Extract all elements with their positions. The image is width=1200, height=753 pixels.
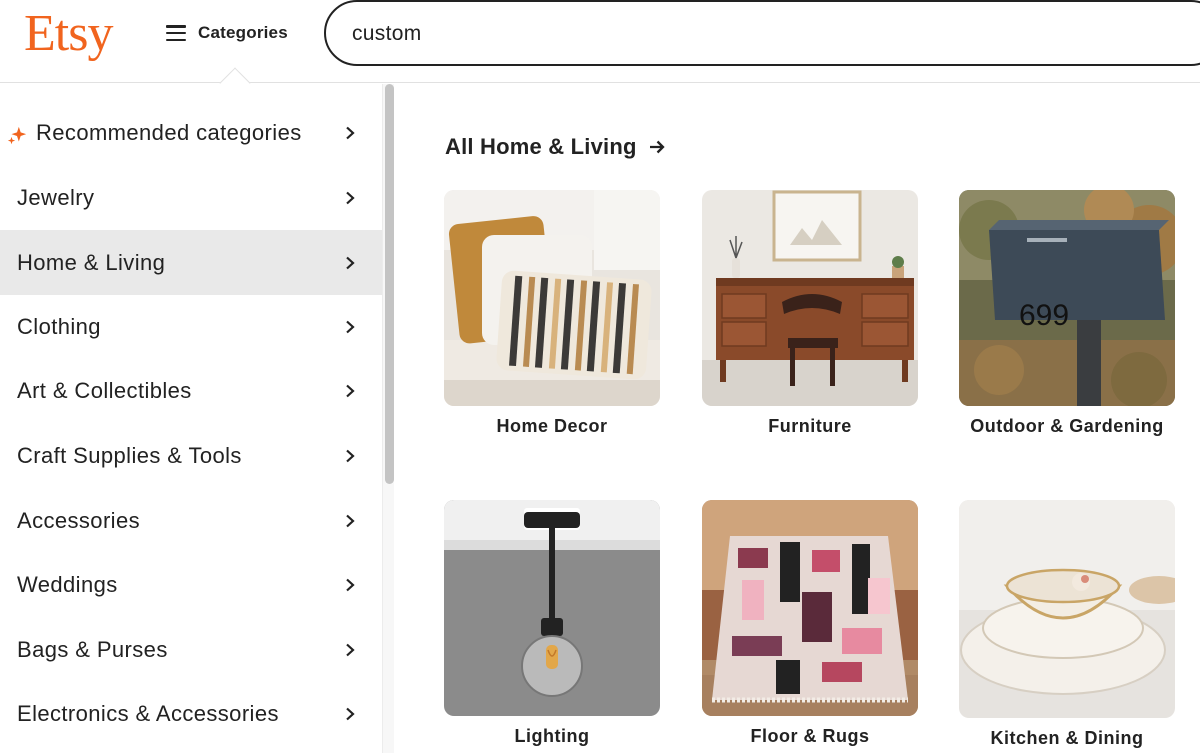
chevron-right-icon [346, 384, 355, 397]
floor-rugs-image [702, 500, 918, 716]
sidebar-item-clothing[interactable]: Clothing [0, 294, 382, 359]
card-label: Outdoor & Gardening [970, 416, 1164, 436]
sidebar-scrollbar[interactable] [382, 84, 394, 753]
sidebar-item-weddings[interactable]: Weddings [0, 552, 382, 617]
card-lighting[interactable]: Lighting [444, 500, 660, 747]
chevron-right-icon [346, 643, 355, 656]
sidebar-item-label: Jewelry [17, 184, 95, 210]
sidebar-item-label: Accessories [17, 507, 140, 533]
menu-icon [166, 25, 186, 41]
lighting-image [444, 500, 660, 716]
categories-button[interactable]: Categories [166, 18, 288, 48]
home-decor-image [444, 190, 660, 406]
outdoor-gardening-image: 699 [959, 190, 1175, 406]
sidebar-item-craft-supplies[interactable]: Craft Supplies & Tools [0, 423, 382, 488]
scrollbar-thumb[interactable] [385, 84, 394, 484]
arrow-right-icon [649, 140, 665, 154]
sidebar-item-jewelry[interactable]: Jewelry [0, 165, 382, 230]
chevron-right-icon [346, 126, 355, 139]
chevron-right-icon [346, 256, 355, 269]
kitchen-dining-image [959, 500, 1175, 718]
sidebar-item-label: Recommended categories [36, 119, 302, 145]
section-title: All Home & Living [445, 134, 637, 159]
card-home-decor[interactable]: Home Decor [444, 190, 660, 437]
chevron-right-icon [346, 514, 355, 527]
card-label: Lighting [514, 726, 590, 746]
chevron-right-icon [346, 449, 355, 462]
svg-text:699: 699 [1019, 299, 1069, 332]
chevron-right-icon [346, 191, 355, 204]
furniture-image [702, 190, 918, 406]
subcategory-panel: All Home & Living Home Decor Furniture 6… [395, 84, 1200, 753]
card-label: Home Decor [496, 416, 608, 436]
category-sidebar: Recommended categories Jewelry Home & Li… [0, 84, 382, 753]
header: Etsy Categories [0, 0, 1200, 84]
categories-label: Categories [198, 23, 288, 42]
sidebar-item-art-collectibles[interactable]: Art & Collectibles [0, 358, 382, 423]
sidebar-item-accessories[interactable]: Accessories [0, 488, 382, 553]
search-input[interactable] [352, 19, 1172, 49]
card-label: Kitchen & Dining [990, 728, 1144, 748]
card-furniture[interactable]: Furniture [702, 190, 918, 437]
header-divider [0, 82, 1200, 83]
sidebar-item-label: Craft Supplies & Tools [17, 442, 242, 468]
chevron-right-icon [346, 320, 355, 333]
card-floor-rugs[interactable]: Floor & Rugs [702, 500, 918, 747]
sidebar-item-label: Clothing [17, 313, 101, 339]
sparkle-icon [7, 126, 27, 144]
card-outdoor-gardening[interactable]: 699 Outdoor & Gardening [959, 190, 1175, 437]
etsy-logo[interactable]: Etsy [24, 2, 113, 66]
chevron-right-icon [346, 578, 355, 591]
card-label: Furniture [768, 416, 852, 436]
sidebar-item-label: Bags & Purses [17, 636, 168, 662]
sidebar-item-label: Weddings [17, 571, 118, 597]
all-home-living-link[interactable]: All Home & Living [445, 134, 667, 160]
sidebar-item-bags-purses[interactable]: Bags & Purses [0, 617, 382, 682]
sidebar-item-recommended[interactable]: Recommended categories [0, 100, 382, 165]
sidebar-item-label: Art & Collectibles [17, 377, 192, 403]
search-bar[interactable] [324, 0, 1200, 66]
card-label: Floor & Rugs [750, 726, 870, 746]
chevron-right-icon [346, 707, 355, 720]
card-kitchen-dining[interactable]: Kitchen & Dining [959, 500, 1175, 749]
sidebar-item-label: Electronics & Accessories [17, 700, 279, 726]
sidebar-item-home-living[interactable]: Home & Living [0, 230, 382, 295]
sidebar-item-electronics[interactable]: Electronics & Accessories [0, 681, 382, 746]
sidebar-item-label: Home & Living [17, 249, 166, 275]
